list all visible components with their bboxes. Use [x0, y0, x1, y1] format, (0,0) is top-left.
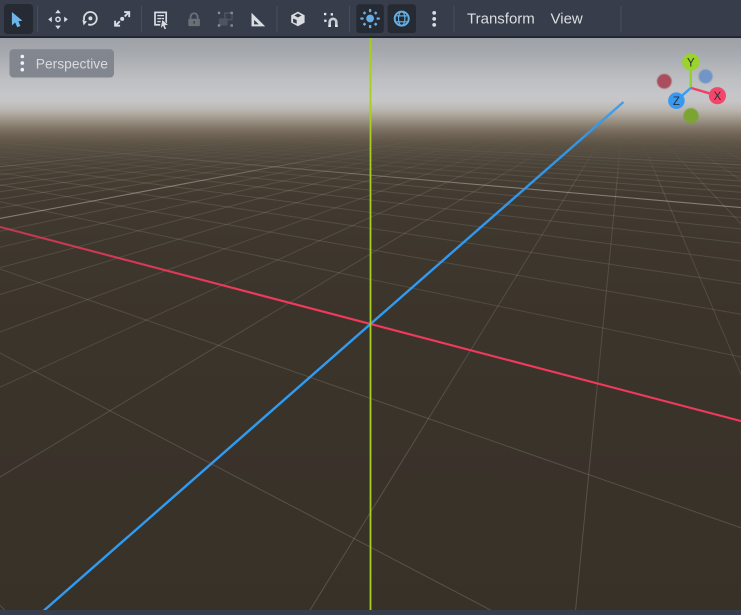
- svg-text:Y: Y: [687, 57, 695, 69]
- svg-text:Z: Z: [673, 96, 680, 108]
- svg-text:View: View: [551, 11, 583, 28]
- svg-text:Transform: Transform: [467, 11, 535, 28]
- svg-text:Perspective: Perspective: [36, 56, 108, 71]
- svg-text:X: X: [714, 91, 722, 103]
